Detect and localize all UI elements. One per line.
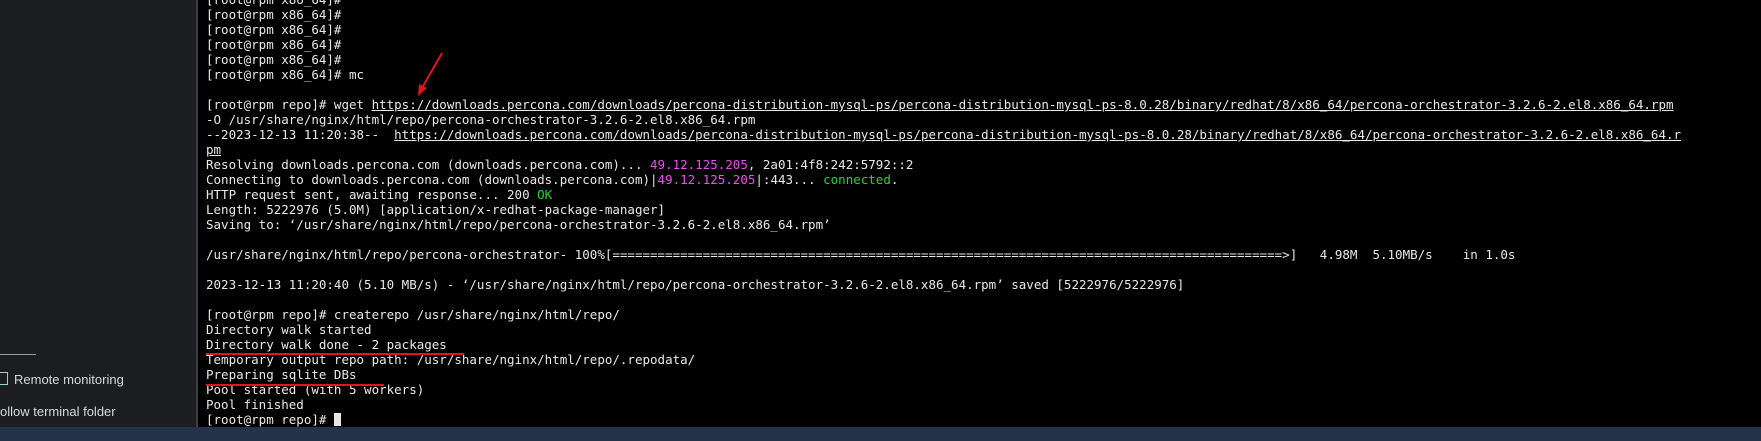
annotation-arrow-icon xyxy=(418,52,443,96)
